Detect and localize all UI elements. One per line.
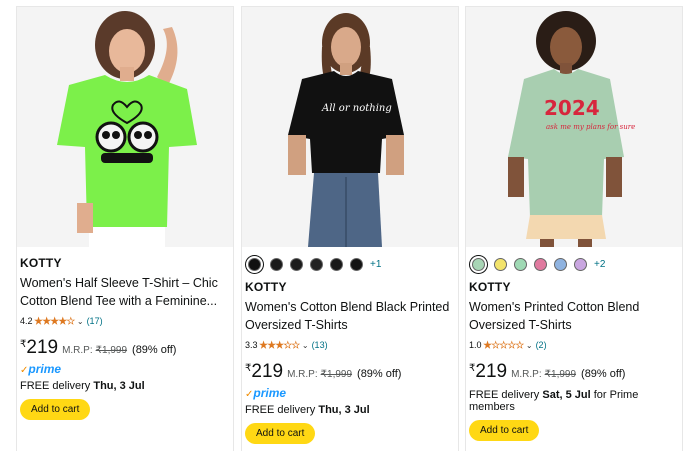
svg-text:2024: 2024 [544, 96, 600, 120]
rating-value: 4.2 [20, 316, 33, 326]
more-colors-link[interactable]: +2 [594, 259, 605, 270]
product-grid: KOTTY Women's Half Sleeve T-Shirt – Chic… [0, 0, 685, 451]
product-image[interactable]: All or nothing [242, 7, 458, 247]
prime-label: prime [253, 386, 287, 400]
product-card: 2024 ask me my plans for sure +2 KOTTY W… [465, 6, 683, 451]
price-row: ₹ 219 M.R.P: ₹1,999 (89% off) [20, 337, 229, 359]
delivery-prefix: FREE delivery [245, 404, 316, 416]
delivery-prefix: FREE delivery [469, 389, 540, 401]
color-swatch[interactable] [310, 257, 323, 271]
color-swatch[interactable] [494, 257, 507, 271]
color-swatch[interactable] [330, 257, 343, 271]
mrp-price: ₹1,999 [544, 369, 577, 380]
discount: (89% off) [132, 344, 177, 356]
product-title-link[interactable]: Women's Half Sleeve T-Shirt – Chic Cotto… [20, 274, 229, 310]
price-row: ₹ 219 M.R.P: ₹1,999 (89% off) [245, 361, 454, 383]
delivery-prefix: FREE delivery [20, 380, 91, 392]
add-to-cart-button[interactable]: Add to cart [245, 423, 316, 444]
product-title-link[interactable]: Women's Cotton Blend Black Printed Overs… [245, 298, 454, 334]
mrp-label: M.R.P: [62, 345, 93, 356]
color-swatch[interactable] [248, 257, 261, 271]
star-rating-icon: ★★★★★★★★★★ [483, 340, 524, 351]
rating-row[interactable]: 3.3 ★★★★★★★★★★ ⌄ (13) [245, 339, 454, 351]
product-card: KOTTY Women's Half Sleeve T-Shirt – Chic… [16, 6, 234, 451]
svg-text:All or nothing: All or nothing [321, 103, 392, 114]
brand-name: KOTTY [245, 280, 287, 294]
color-swatch[interactable] [574, 257, 587, 271]
delivery-info: FREE delivery Thu, 3 Jul [20, 380, 229, 392]
title-line: Women's Printed Cotton Blend [469, 300, 640, 314]
rating-row[interactable]: 4.2 ★★★★★★★★★★ ⌄ (17) [20, 315, 229, 327]
currency-symbol: ₹ [20, 339, 27, 350]
delivery-date: Thu, 3 Jul [318, 404, 370, 416]
more-colors-link[interactable]: +1 [370, 259, 381, 270]
star-rating-icon: ★★★★★★★★★★ [259, 340, 300, 351]
color-swatch[interactable] [514, 257, 527, 271]
mrp-price: ₹1,999 [95, 345, 128, 356]
color-swatch[interactable] [554, 257, 567, 271]
title-line: Oversized T-Shirts [245, 318, 348, 332]
title-line: Women's Cotton Blend Black Printed [245, 300, 450, 314]
mrp-label: M.R.P: [287, 369, 318, 380]
model-photo-mint-tshirt: 2024 ask me my plans for sure [466, 7, 682, 247]
price: 219 [251, 361, 284, 382]
title-line: Cotton Blend Tee with a Feminine... [20, 294, 218, 308]
svg-text:ask me my plans for sure: ask me my plans for sure [546, 123, 635, 131]
add-to-cart-button[interactable]: Add to cart [469, 420, 540, 441]
rating-value: 1.0 [469, 340, 482, 350]
product-info: +1 KOTTY Women's Cotton Blend Black Prin… [245, 255, 454, 444]
mrp-label: M.R.P: [511, 369, 542, 380]
chevron-down-icon[interactable]: ⌄ [302, 341, 309, 350]
model-photo-black-tshirt: All or nothing [242, 7, 458, 247]
price-row: ₹ 219 M.R.P: ₹1,999 (89% off) [469, 361, 678, 383]
add-to-cart-button[interactable]: Add to cart [20, 399, 91, 420]
prime-badge: ✓prime [20, 362, 229, 377]
rating-value: 3.3 [245, 340, 258, 350]
delivery-date: Thu, 3 Jul [93, 380, 145, 392]
color-swatch[interactable] [290, 257, 303, 271]
prime-badge: ✓prime [245, 386, 454, 401]
product-image[interactable] [17, 7, 233, 247]
price: 219 [475, 361, 508, 382]
model-photo-green-tshirt [17, 7, 233, 247]
discount: (89% off) [581, 368, 626, 380]
product-info: +2 KOTTY Women's Printed Cotton Blend Ov… [469, 255, 678, 441]
delivery-info: FREE delivery Sat, 5 Jul for Prime membe… [469, 389, 678, 413]
product-info: KOTTY Women's Half Sleeve T-Shirt – Chic… [20, 255, 229, 420]
review-count-link[interactable]: (2) [536, 340, 547, 350]
brand-name: KOTTY [469, 280, 511, 294]
title-line: Oversized T-Shirts [469, 318, 572, 332]
review-count-link[interactable]: (13) [312, 340, 328, 350]
color-swatches: +2 [469, 255, 678, 273]
brand-name: KOTTY [20, 256, 62, 270]
discount: (89% off) [357, 368, 402, 380]
color-swatch[interactable] [350, 257, 363, 271]
chevron-down-icon[interactable]: ⌄ [526, 341, 533, 350]
chevron-down-icon[interactable]: ⌄ [77, 317, 84, 326]
product-image[interactable]: 2024 ask me my plans for sure [466, 7, 682, 247]
delivery-date: Sat, 5 Jul [542, 389, 591, 401]
currency-symbol: ₹ [245, 363, 252, 374]
prime-label: prime [28, 362, 62, 376]
review-count-link[interactable]: (17) [87, 316, 103, 326]
title-line: Women's Half Sleeve T-Shirt – Chic [20, 276, 218, 290]
color-swatch[interactable] [472, 257, 485, 271]
color-swatches: +1 [245, 255, 454, 273]
color-swatch[interactable] [534, 257, 547, 271]
price: 219 [26, 337, 59, 358]
product-card: All or nothing +1 KOTTY Women's Cotton B… [241, 6, 459, 451]
delivery-info: FREE delivery Thu, 3 Jul [245, 404, 454, 416]
star-rating-icon: ★★★★★★★★★★ [34, 316, 75, 327]
product-title-link[interactable]: Women's Printed Cotton Blend Oversized T… [469, 298, 678, 334]
currency-symbol: ₹ [469, 363, 476, 374]
color-swatch[interactable] [270, 257, 283, 271]
rating-row[interactable]: 1.0 ★★★★★★★★★★ ⌄ (2) [469, 339, 678, 351]
mrp-price: ₹1,999 [320, 369, 353, 380]
